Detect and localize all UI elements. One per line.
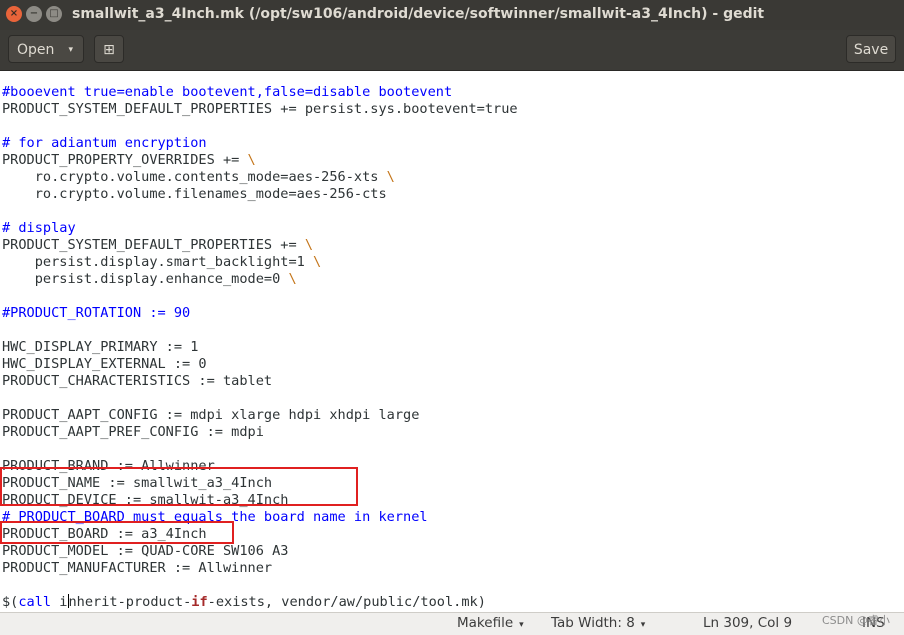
highlight-box-product-name-device xyxy=(0,467,358,506)
maximize-window-button[interactable]: □ xyxy=(46,6,62,22)
code-line[interactable]: PRODUCT_SYSTEM_DEFAULT_PROPERTIES += \ xyxy=(2,237,518,254)
code-line[interactable] xyxy=(2,441,518,458)
code-line[interactable]: #booevent true=enable bootevent,false=di… xyxy=(2,84,518,101)
code-line[interactable] xyxy=(2,118,518,135)
highlight-box-product-board xyxy=(0,521,234,544)
statusbar: Makefile ▾ Tab Width: 8 ▾ Ln 309, Col 9 IN… xyxy=(0,612,904,635)
maximize-icon: □ xyxy=(49,8,59,19)
code-line[interactable]: PRODUCT_CHARACTERISTICS := tablet xyxy=(2,373,518,390)
code-line[interactable]: HWC_DISPLAY_PRIMARY := 1 xyxy=(2,339,518,356)
code-line[interactable]: HWC_DISPLAY_EXTERNAL := 0 xyxy=(2,356,518,373)
code-line[interactable]: #PRODUCT_ROTATION := 90 xyxy=(2,305,518,322)
code-line[interactable]: PRODUCT_AAPT_CONFIG := mdpi xlarge hdpi … xyxy=(2,407,518,424)
code-line[interactable]: ro.crypto.volume.contents_mode=aes-256-x… xyxy=(2,169,518,186)
text-cursor xyxy=(67,594,69,608)
chevron-down-icon: ▾ xyxy=(68,45,73,55)
code-line[interactable] xyxy=(2,577,518,594)
minimize-window-button[interactable]: − xyxy=(26,6,42,22)
code-line[interactable] xyxy=(2,322,518,339)
close-window-button[interactable]: × xyxy=(6,6,22,22)
watermark: CSDN @睿小 xyxy=(822,614,890,627)
minimize-icon: − xyxy=(29,8,39,19)
code-line[interactable]: PRODUCT_PROPERTY_OVERRIDES += \ xyxy=(2,152,518,169)
close-icon: × xyxy=(9,8,19,19)
chevron-down-icon: ▾ xyxy=(519,620,524,630)
code-line[interactable]: $(call inherit-product-if-exists, vendor… xyxy=(2,594,518,611)
tab-width-selector[interactable]: Tab Width: 8 ▾ xyxy=(551,615,645,631)
save-button[interactable]: Save xyxy=(846,35,896,63)
chevron-down-icon: ▾ xyxy=(640,620,646,630)
code-line[interactable]: ro.crypto.volume.filenames_mode=aes-256-… xyxy=(2,186,518,203)
window-title: smallwit_a3_4Inch.mk (/opt/sw106/android… xyxy=(72,6,765,22)
tab-width-label: Tab Width: 8 xyxy=(551,615,635,631)
code-line[interactable]: PRODUCT_AAPT_PREF_CONFIG := mdpi xyxy=(2,424,518,441)
code-line[interactable]: PRODUCT_MANUFACTURER := Allwinner xyxy=(2,560,518,577)
code-line[interactable]: persist.display.smart_backlight=1 \ xyxy=(2,254,518,271)
new-tab-button[interactable]: ⊞ xyxy=(94,35,124,63)
new-document-icon: ⊞ xyxy=(103,42,115,58)
code-line[interactable]: # for adiantum encryption xyxy=(2,135,518,152)
code-line[interactable] xyxy=(2,288,518,305)
cursor-position: Ln 309, Col 9 xyxy=(703,615,793,631)
code-line[interactable] xyxy=(2,203,518,220)
code-line[interactable] xyxy=(2,390,518,407)
code-line[interactable]: persist.display.enhance_mode=0 \ xyxy=(2,271,518,288)
code-line[interactable]: PRODUCT_SYSTEM_DEFAULT_PROPERTIES += per… xyxy=(2,101,518,118)
language-label: Makefile xyxy=(457,615,514,631)
text-editor[interactable]: #booevent true=enable bootevent,false=di… xyxy=(0,71,904,612)
open-button-label: Open xyxy=(17,42,55,58)
open-button[interactable]: Open ▾ xyxy=(8,35,84,63)
window-titlebar[interactable]: × − □ smallwit_a3_4Inch.mk (/opt/sw106/a… xyxy=(0,0,904,30)
code-line[interactable]: PRODUCT_MODEL := QUAD-CORE SW106 A3 xyxy=(2,543,518,560)
code-line[interactable]: # display xyxy=(2,220,518,237)
language-selector[interactable]: Makefile ▾ xyxy=(457,615,524,631)
headerbar: Open ▾ ⊞ Save xyxy=(0,30,904,71)
